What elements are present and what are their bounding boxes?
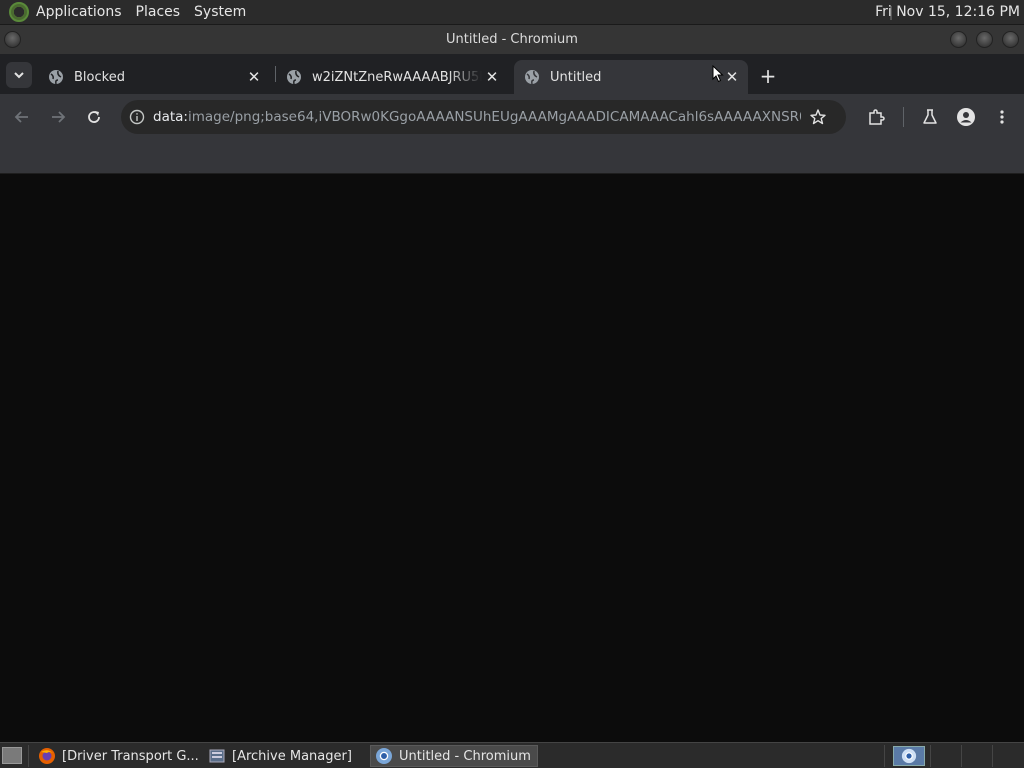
bottom-taskbar: [Driver Transport G... [Archive Manager]… xyxy=(0,742,1024,768)
taskbar-separator xyxy=(28,745,29,767)
url-scheme: data: xyxy=(153,109,188,125)
tab-close-icon[interactable]: ✕ xyxy=(244,67,264,87)
taskbar-separator xyxy=(992,745,993,767)
chrome-menu-button[interactable] xyxy=(990,105,1014,129)
address-bar[interactable]: data:image/png;base64,iVBORw0KGgoAAAANSU… xyxy=(121,100,846,134)
menu-system[interactable]: System xyxy=(187,0,253,25)
tab-data-url[interactable]: w2iZNtZneRwAAAABJRU5ErkJggg== ✕ xyxy=(276,60,508,94)
show-desktop-icon[interactable] xyxy=(2,747,22,764)
tab-close-icon[interactable]: ✕ xyxy=(722,67,742,87)
window-menu-icon[interactable] xyxy=(4,31,21,48)
taskbar-separator xyxy=(961,745,962,767)
extensions-button[interactable] xyxy=(864,105,888,129)
globe-icon xyxy=(287,70,301,85)
menu-places[interactable]: Places xyxy=(129,0,188,25)
tab-blocked[interactable]: Blocked ✕ xyxy=(38,60,270,94)
mouse-cursor-icon xyxy=(712,65,724,83)
tab-close-icon[interactable]: ✕ xyxy=(482,67,502,87)
panel-clock[interactable]: Fri Nov 15, 12:16 PM xyxy=(875,0,1020,25)
bookmark-bar xyxy=(0,140,1024,174)
tab-title: w2iZNtZneRwAAAABJRU5ErkJggg== xyxy=(312,69,482,85)
kebab-menu-icon xyxy=(1000,110,1004,124)
minimize-button[interactable] xyxy=(950,31,967,48)
labs-button[interactable] xyxy=(918,105,942,129)
globe-icon xyxy=(525,70,539,85)
taskbar-separator xyxy=(930,745,931,767)
new-tab-button[interactable]: + xyxy=(756,64,780,88)
tab-title: Blocked xyxy=(74,69,125,85)
window-titlebar[interactable]: Untitled - Chromium xyxy=(0,25,1024,54)
task-label: [Archive Manager] xyxy=(232,748,352,764)
profile-icon xyxy=(957,108,975,126)
chevron-down-icon xyxy=(14,72,24,79)
task-driver-transport[interactable]: [Driver Transport G... xyxy=(34,745,200,767)
page-content[interactable] xyxy=(0,175,1024,742)
tab-separator xyxy=(275,66,276,82)
reload-icon xyxy=(88,111,100,123)
tab-title: Untitled xyxy=(550,69,602,85)
panel-menu-bar: Applications Places System xyxy=(29,0,253,24)
tab-strip: Blocked ✕ w2iZNtZneRwAAAABJRU5ErkJggg== … xyxy=(0,54,1024,94)
close-window-button[interactable] xyxy=(1002,31,1019,48)
url-rest: image/png;base64,iVBORw0KGgoAAAANSUhEUgA… xyxy=(187,109,801,125)
chromium-icon xyxy=(376,748,392,764)
arrow-right-icon xyxy=(52,111,66,123)
bookmark-star-icon[interactable] xyxy=(809,108,827,126)
tab-search-button[interactable] xyxy=(6,62,32,88)
puzzle-icon xyxy=(869,109,885,125)
chromium-icon xyxy=(901,748,917,764)
workspace-switcher[interactable] xyxy=(893,746,925,766)
task-archive-manager[interactable]: [Archive Manager] xyxy=(204,745,364,767)
maximize-button[interactable] xyxy=(976,31,993,48)
info-icon[interactable] xyxy=(129,109,145,125)
task-chromium[interactable]: Untitled - Chromium xyxy=(370,745,538,767)
distro-logo-icon[interactable] xyxy=(9,2,29,22)
menu-applications[interactable]: Applications xyxy=(29,0,129,25)
reload-button[interactable] xyxy=(82,105,106,129)
forward-button[interactable] xyxy=(46,105,70,129)
firefox-icon xyxy=(39,748,55,764)
task-label: Untitled - Chromium xyxy=(399,748,531,764)
back-button[interactable] xyxy=(10,105,34,129)
profile-button[interactable] xyxy=(954,105,978,129)
top-system-panel: Applications Places System Fri Nov 15, 1… xyxy=(0,0,1024,25)
window-title: Untitled - Chromium xyxy=(446,32,578,47)
task-label: [Driver Transport G... xyxy=(62,748,199,764)
arrow-left-icon xyxy=(14,111,28,123)
globe-icon xyxy=(49,70,63,85)
toolbar-separator xyxy=(903,107,904,127)
url-text[interactable]: data:image/png;base64,iVBORw0KGgoAAAANSU… xyxy=(153,109,801,125)
taskbar-separator xyxy=(884,745,885,767)
archive-manager-icon xyxy=(209,749,225,763)
flask-icon xyxy=(923,109,937,124)
browser-toolbar: data:image/png;base64,iVBORw0KGgoAAAANSU… xyxy=(0,94,1024,140)
